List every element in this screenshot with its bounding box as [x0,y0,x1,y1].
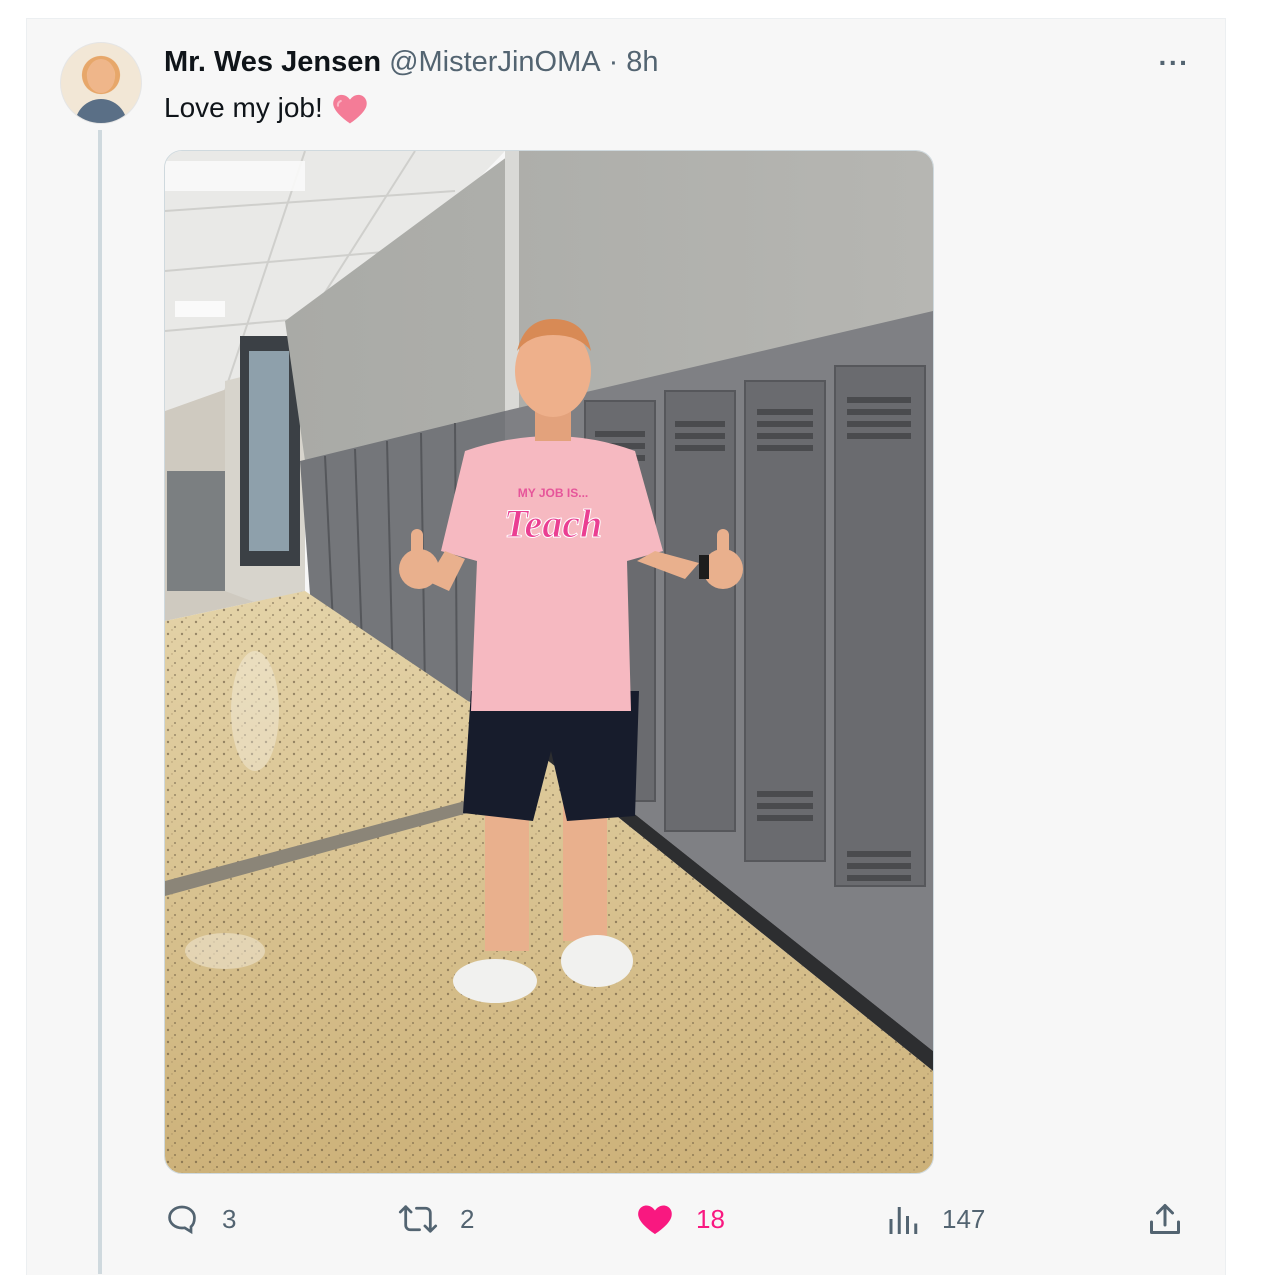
share-icon [1150,1204,1180,1234]
shirt-big-text: Teach [504,501,603,546]
views-action[interactable]: 147 [886,1196,985,1242]
more-options-icon[interactable]: ··· [1154,47,1194,78]
like-count: 18 [696,1203,725,1234]
tweet-actions-bar: 3 2 18 147 [0,1196,1266,1242]
tweet-photo[interactable]: MY JOB IS... Teach [164,150,934,1174]
shirt-small-text: MY JOB IS... [518,486,588,500]
retweet-icon [398,1205,438,1233]
retweet-action[interactable]: 2 [398,1196,474,1242]
like-action[interactable]: 18 [636,1196,725,1242]
tweet-header: Mr. Wes Jensen @MisterJinOMA · 8h [164,44,659,80]
author-handle[interactable]: @MisterJinOMA [389,46,601,79]
avatar-face [87,59,115,93]
user-avatar[interactable] [60,42,142,124]
views-chart-icon [889,1207,918,1234]
hallway-photo-illustration: MY JOB IS... Teach [165,151,933,1173]
author-name[interactable]: Mr. Wes Jensen [164,46,381,79]
tweet-timestamp[interactable]: 8h [626,46,658,79]
tweet-text-body: Love my job! [164,92,323,123]
share-action[interactable] [1148,1196,1182,1242]
reply-count: 3 [222,1203,237,1234]
reply-action[interactable]: 3 [164,1196,236,1242]
pink-heart-emoji-icon [331,91,369,125]
retweet-count: 2 [460,1203,475,1234]
avatar-shirt [75,99,127,123]
separator-dot: · [608,45,619,78]
view-count: 147 [942,1203,986,1234]
heart-filled-icon [638,1205,672,1235]
reply-icon [168,1205,196,1235]
thread-line [98,130,102,1274]
tweet-text: Love my job! [164,86,369,130]
